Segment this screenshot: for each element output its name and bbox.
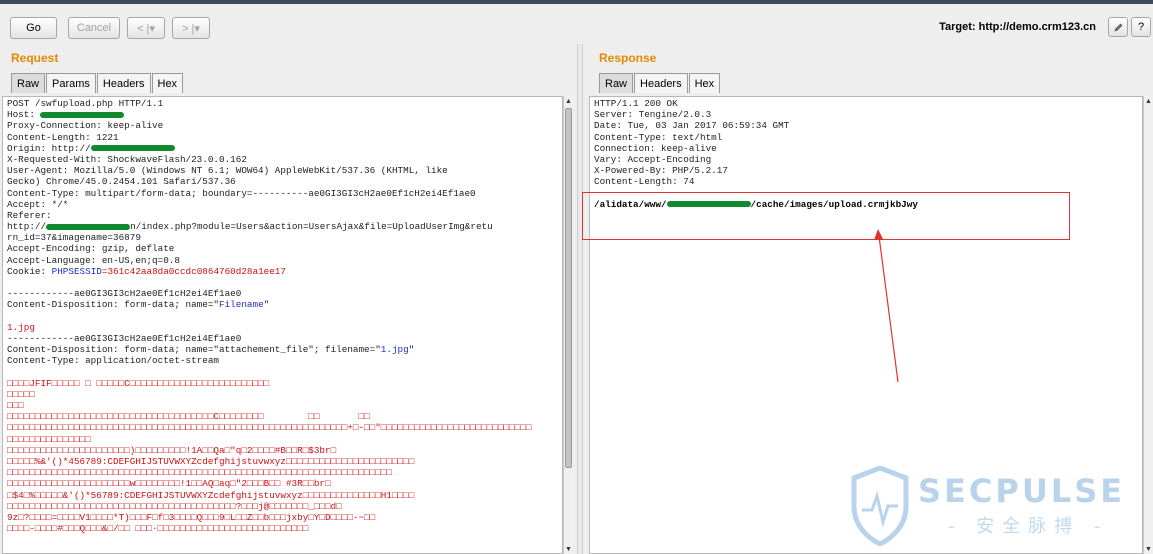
watermark-subtext: - 安全脉搏 - bbox=[948, 516, 1109, 537]
watermark: SECPULSE - 安全脉搏 - bbox=[848, 460, 1153, 554]
watermark-text: SECPULSE bbox=[918, 472, 1126, 510]
shield-logo-icon bbox=[851, 466, 909, 546]
